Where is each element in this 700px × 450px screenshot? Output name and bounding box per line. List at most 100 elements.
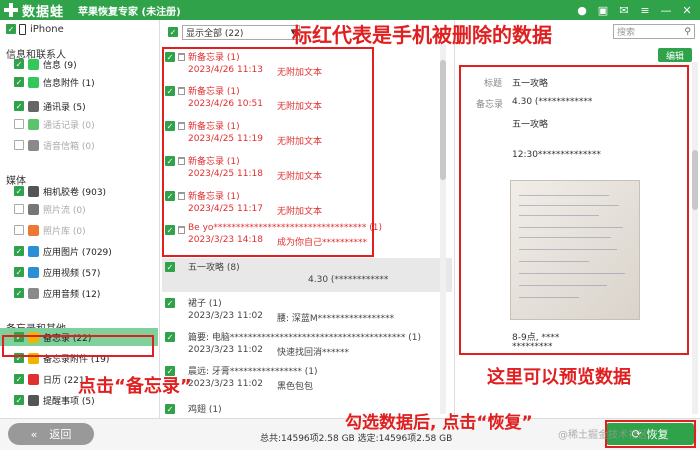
sidebar-item-checkbox[interactable]: ✓	[14, 288, 24, 298]
note-item-meta: 2023/4/25 11:17 无附加文本	[188, 204, 322, 217]
sidebar-item-checkbox[interactable]: ✓	[14, 246, 24, 256]
preview-scrollbar-thumb[interactable]	[692, 150, 698, 210]
double-chevron-left-icon: «	[30, 427, 38, 441]
preview-note-line: 12:30**************	[512, 150, 601, 160]
sidebar-item-checkbox[interactable]	[14, 119, 24, 129]
sidebar-item-label: 备忘录 (22)	[43, 333, 92, 344]
note-list-item[interactable]: ✓ 新备忘录 (1) 2023/4/25 11:19 无附加文本	[162, 117, 452, 151]
device-row[interactable]: ✓ iPhone	[0, 20, 159, 38]
note-item-text: 新备忘录 (1) 2023/4/26 11:13 无附加文本	[188, 48, 322, 82]
note-item-date: 2023/3/23 11:02	[188, 311, 263, 321]
category-icon	[28, 139, 39, 151]
note-item-checkbox[interactable]: ✓	[165, 298, 175, 308]
sidebar-item-checkbox[interactable]: ✓	[14, 374, 24, 384]
sidebar-item[interactable]: 照片流 (0)	[0, 200, 158, 218]
search-input[interactable]: 搜索 ⚲	[613, 24, 695, 39]
trash-icon	[178, 157, 185, 165]
note-item-desc: 无附加文本	[276, 207, 322, 217]
device-checkbox[interactable]: ✓	[6, 24, 16, 34]
sidebar-item[interactable]: 照片库 (0)	[0, 221, 158, 239]
sidebar-item[interactable]: ✓ 通讯录 (5)	[0, 97, 158, 115]
sidebar-item[interactable]: 通话记录 (0)	[0, 115, 158, 133]
sidebar-item[interactable]: ✓ 备忘录附件 (19)	[0, 349, 158, 367]
sidebar-item-checkbox[interactable]: ✓	[14, 186, 24, 196]
note-item-title: 新备忘录 (1)	[188, 192, 240, 202]
note-list-item[interactable]: ✓ 新备忘录 (1) 2023/4/25 11:18 无附加文本	[162, 152, 452, 186]
menu-icon[interactable]: ≡	[638, 2, 652, 18]
sidebar-item-checkbox[interactable]: ✓	[14, 353, 24, 363]
note-item-checkbox[interactable]: ✓	[165, 404, 175, 414]
sidebar-item-checkbox[interactable]: ✓	[14, 332, 24, 342]
note-list-item[interactable]: ✓ Be yo**********************************…	[162, 221, 452, 255]
preview-note-line: *********	[512, 342, 553, 352]
note-list-item[interactable]: ✓ 新备忘录 (1) 2023/4/26 10:51 无附加文本	[162, 82, 452, 116]
sidebar-item-checkbox[interactable]: ✓	[14, 267, 24, 277]
sidebar-item[interactable]: ✓ 应用视频 (57)	[0, 263, 158, 281]
note-item-checkbox[interactable]: ✓	[165, 156, 175, 166]
note-item-title: 鸡翅 (1)	[188, 405, 222, 415]
note-list-item[interactable]: ✓ 五一攻略 (8) 4.30 (************	[162, 258, 452, 292]
note-item-title: 新备忘录 (1)	[188, 53, 240, 63]
category-icon	[28, 100, 39, 112]
sidebar-item-checkbox[interactable]	[14, 204, 24, 214]
note-item-meta: 2023/4/26 10:51 无附加文本	[188, 99, 322, 112]
sidebar-item-checkbox[interactable]: ✓	[14, 395, 24, 405]
filter-dropdown[interactable]: 显示全部 (22) ▼	[182, 24, 300, 40]
edit-button[interactable]: 编辑	[658, 48, 692, 62]
note-list-item[interactable]: ✓ 晨远: 牙膏**************** (1) 2023/3/23 11:…	[162, 362, 452, 396]
category-icon	[28, 58, 39, 70]
category-icon	[28, 287, 39, 299]
note-item-desc: 无附加文本	[276, 172, 322, 182]
note-list-item[interactable]: ✓ 篇要: 电脑*********************************…	[162, 328, 452, 362]
category-icon	[28, 373, 39, 385]
cart-icon[interactable]: ▣	[596, 2, 610, 18]
trash-icon	[178, 226, 185, 234]
sidebar-item-checkbox[interactable]: ✓	[14, 59, 24, 69]
note-item-desc: 无附加文本	[276, 68, 322, 78]
close-icon[interactable]: ✕	[680, 2, 694, 18]
sidebar-item-checkbox[interactable]	[14, 140, 24, 150]
sidebar-item[interactable]: ✓ 备忘录 (22)	[0, 328, 158, 346]
sidebar-item-checkbox[interactable]	[14, 225, 24, 235]
note-list-item[interactable]: ✓ 裙子 (1) 2023/3/23 11:02 腰: 深蓝M************…	[162, 294, 452, 328]
minimize-icon[interactable]: —	[659, 2, 673, 18]
sidebar-item[interactable]: 语音信箱 (0)	[0, 136, 158, 154]
note-item-meta: 2023/3/23 11:02 快速找回消******	[188, 345, 421, 358]
note-item-checkbox[interactable]: ✓	[165, 225, 175, 235]
list-scrollbar-thumb[interactable]	[440, 60, 446, 180]
note-item-checkbox[interactable]: ✓	[165, 332, 175, 342]
sidebar-item-label: 应用视频 (57)	[43, 268, 101, 279]
chat-icon[interactable]: ✉	[617, 2, 631, 18]
category-icon	[28, 118, 39, 130]
sidebar-item[interactable]: ✓ 应用图片 (7029)	[0, 242, 158, 260]
note-item-desc: 快速找回消******	[276, 348, 349, 358]
note-item-checkbox[interactable]: ✓	[165, 121, 175, 131]
preview-scrollbar[interactable]	[692, 62, 698, 414]
note-item-checkbox[interactable]: ✓	[165, 52, 175, 62]
back-button[interactable]: « 返回	[8, 423, 94, 445]
app-window: 数据蛙 苹果恢复专家 (未注册) ● ▣ ✉ ≡ — ✕ ✓ iPhone 信息…	[0, 0, 700, 450]
note-list-item[interactable]: ✓ 新备忘录 (1) 2023/4/26 11:13 无附加文本	[162, 48, 452, 82]
frog-logo-icon	[4, 3, 18, 17]
search-icon: ⚲	[684, 26, 691, 37]
back-label: 返回	[49, 428, 72, 441]
sidebar-item-checkbox[interactable]: ✓	[14, 101, 24, 111]
brand-name: 数据蛙	[22, 4, 65, 20]
note-item-date: 2023/4/26 11:13	[188, 65, 263, 75]
sidebar-item-checkbox[interactable]: ✓	[14, 77, 24, 87]
note-list-item[interactable]: ✓ 新备忘录 (1) 2023/4/25 11:17 无附加文本	[162, 187, 452, 221]
sidebar-item[interactable]: ✓ 信息附件 (1)	[0, 73, 158, 91]
note-item-meta: 2023/3/23 14:18 成为你自己**********	[188, 235, 382, 248]
title-bar: 数据蛙 苹果恢复专家 (未注册) ● ▣ ✉ ≡ — ✕	[0, 0, 700, 20]
category-icon	[28, 224, 39, 236]
note-item-checkbox[interactable]: ✓	[165, 262, 175, 272]
sidebar-item[interactable]: ✓ 信息 (9)	[0, 55, 158, 73]
note-item-checkbox[interactable]: ✓	[165, 191, 175, 201]
sidebar-item[interactable]: ✓ 相机胶卷 (903)	[0, 182, 158, 200]
sidebar-item-label: 照片流 (0)	[43, 205, 86, 216]
note-item-checkbox[interactable]: ✓	[165, 86, 175, 96]
user-icon[interactable]: ●	[575, 2, 589, 18]
note-item-text: 新备忘录 (1) 2023/4/25 11:17 无附加文本	[188, 187, 322, 221]
sidebar-item[interactable]: ✓ 应用音频 (12)	[0, 284, 158, 302]
select-all-checkbox[interactable]: ✓	[168, 27, 178, 37]
